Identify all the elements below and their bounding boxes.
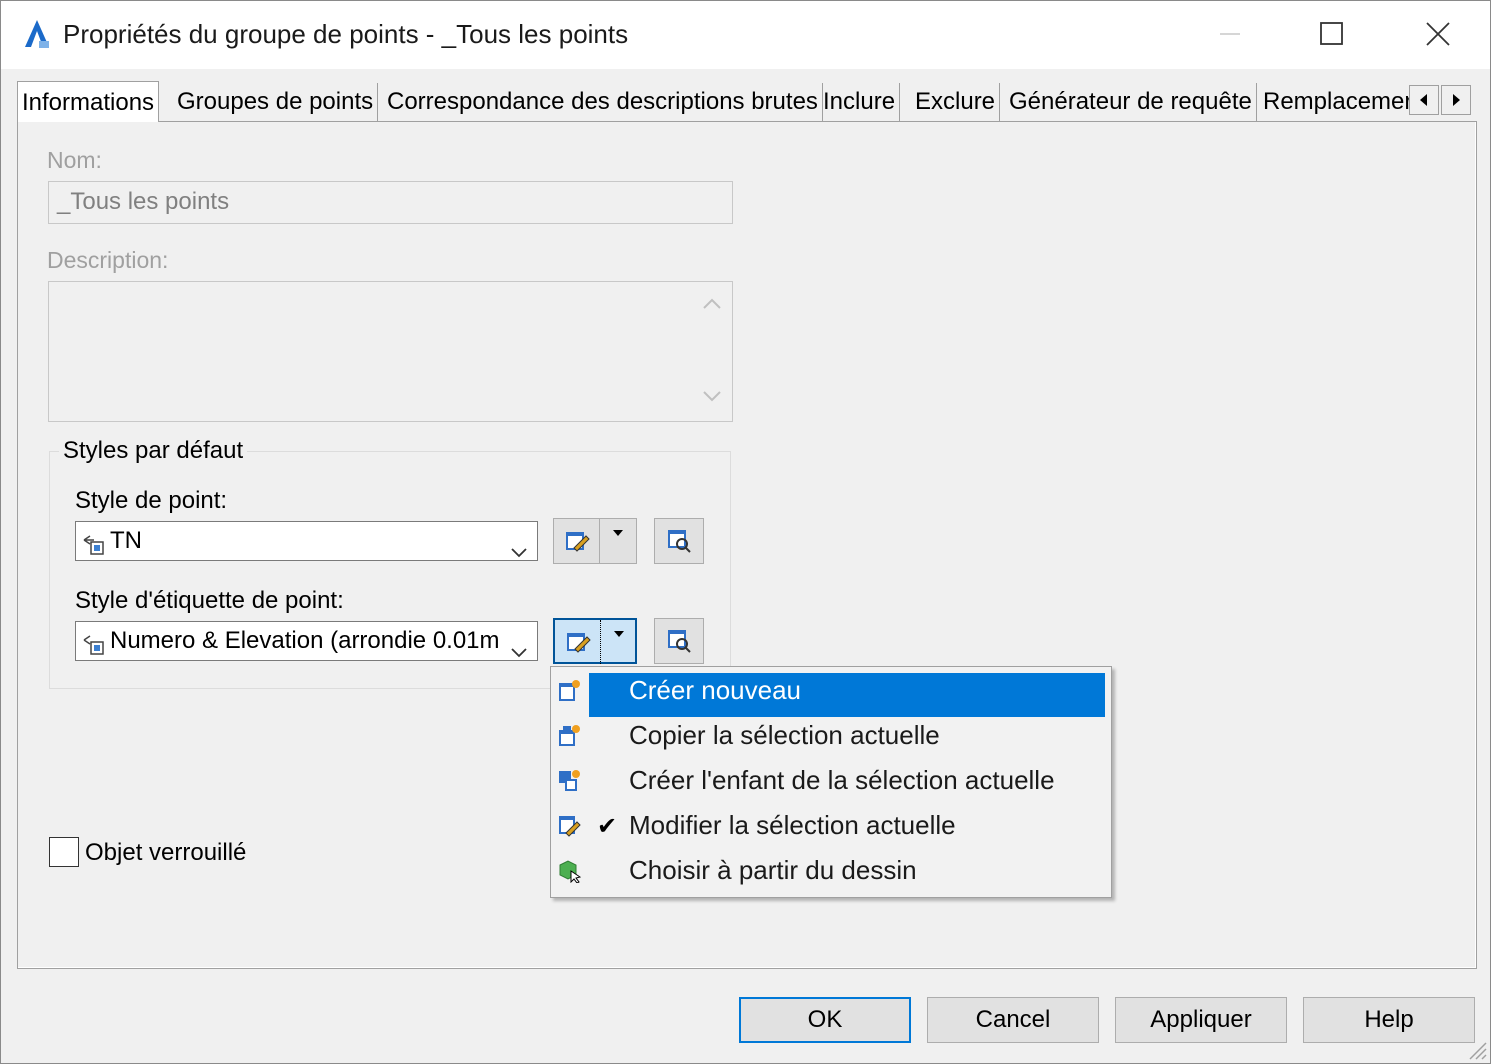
menu-item-modify-selection[interactable]: ✔ Modifier la sélection actuelle (551, 804, 1111, 849)
menu-item-label: Copier la sélection actuelle (629, 720, 940, 750)
tab-generateur[interactable]: Générateur de requête (1005, 83, 1257, 121)
tab-groupes-de-points[interactable]: Groupes de points (173, 83, 379, 121)
menu-item-copy-selection[interactable]: Copier la sélection actuelle (551, 714, 1111, 759)
locked-checkbox[interactable] (49, 837, 79, 867)
checkmark-icon: ✔ (597, 813, 618, 840)
menu-item-label: Créer nouveau (629, 675, 801, 705)
edit-options-menu: Créer nouveau Copier la sélection actuel… (550, 666, 1112, 898)
dialog-window: Propriétés du groupe de points - _Tous l… (0, 0, 1491, 1064)
create-new-icon (557, 679, 581, 703)
tab-exclure[interactable]: Exclure (911, 83, 1001, 121)
details-icon (668, 630, 691, 653)
resize-grip-icon[interactable] (1464, 1037, 1488, 1061)
point-style-details-button[interactable] (654, 518, 704, 564)
description-field (48, 281, 733, 422)
menu-item-create-child[interactable]: Créer l'enfant de la sélection actuelle (551, 759, 1111, 804)
details-icon (668, 530, 691, 553)
triangle-down-icon (613, 530, 623, 536)
triangle-left-icon (1420, 94, 1427, 106)
name-label: Nom: (47, 147, 102, 173)
point-style-edit-split-button[interactable] (553, 518, 637, 564)
menu-item-label: Choisir à partir du dessin (629, 855, 917, 885)
menu-item-pick-from-drawing[interactable]: Choisir à partir du dessin (551, 849, 1111, 894)
chevron-down-icon (511, 634, 527, 658)
tab-scroll-right-button[interactable] (1441, 85, 1471, 115)
menu-item-label: Modifier la sélection actuelle (629, 810, 956, 840)
label-style-icon (82, 630, 104, 655)
point-style-icon (82, 530, 104, 555)
edit-label-style-button[interactable] (555, 620, 601, 664)
minimize-button[interactable] (1207, 11, 1253, 57)
child-icon (557, 769, 581, 793)
edit-icon (565, 532, 590, 552)
tab-inclure[interactable]: Inclure (819, 83, 901, 121)
tab-remplacement[interactable]: Remplacemer (1259, 83, 1409, 121)
edit-style-dropdown-arrow[interactable] (600, 519, 636, 563)
ok-button[interactable]: OK (739, 997, 911, 1043)
title-bar: Propriétés du groupe de points - _Tous l… (1, 1, 1490, 69)
triangle-down-icon (614, 631, 624, 637)
point-style-dropdown[interactable]: TN (75, 521, 538, 561)
autocad-app-icon (23, 19, 51, 49)
label-style-details-button[interactable] (654, 618, 704, 664)
pick-icon (557, 859, 582, 884)
description-label: Description: (47, 247, 169, 273)
close-button[interactable] (1415, 11, 1461, 57)
label-style-label: Style d'étiquette de point: (75, 587, 344, 614)
scroll-down-icon (702, 390, 722, 409)
cancel-button[interactable]: Cancel (927, 997, 1099, 1043)
label-style-value: Numero & Elevation (arrondie 0.01m (110, 627, 500, 654)
name-field: _Tous les points (48, 181, 733, 224)
tab-scroll-left-button[interactable] (1409, 85, 1439, 115)
edit-icon (557, 814, 581, 838)
chevron-down-icon (511, 534, 527, 558)
default-styles-title: Styles par défaut (59, 437, 248, 465)
point-style-label: Style de point: (75, 487, 228, 514)
point-style-value: TN (110, 527, 142, 554)
edit-label-style-dropdown-arrow[interactable] (601, 620, 637, 664)
tab-informations[interactable]: Informations (17, 81, 160, 122)
locked-label[interactable]: Objet verrouillé (85, 839, 246, 867)
scroll-up-icon (702, 296, 722, 315)
tab-strip: Informations Groupes de points Correspon… (17, 81, 1477, 123)
edit-style-button[interactable] (554, 519, 600, 563)
window-title: Propriétés du groupe de points - _Tous l… (63, 19, 629, 49)
help-button[interactable]: Help (1303, 997, 1475, 1043)
label-style-edit-split-button[interactable] (553, 618, 637, 664)
tab-correspondance[interactable]: Correspondance des descriptions brutes (383, 83, 823, 121)
maximize-button[interactable] (1309, 11, 1355, 57)
close-icon (1426, 22, 1450, 46)
label-style-dropdown[interactable]: Numero & Elevation (arrondie 0.01m (75, 621, 538, 661)
menu-item-create-new[interactable]: Créer nouveau (551, 669, 1111, 717)
triangle-right-icon (1453, 94, 1460, 106)
apply-button[interactable]: Appliquer (1115, 997, 1287, 1043)
edit-icon (566, 633, 591, 653)
copy-icon (557, 724, 581, 748)
menu-item-label: Créer l'enfant de la sélection actuelle (629, 765, 1055, 795)
